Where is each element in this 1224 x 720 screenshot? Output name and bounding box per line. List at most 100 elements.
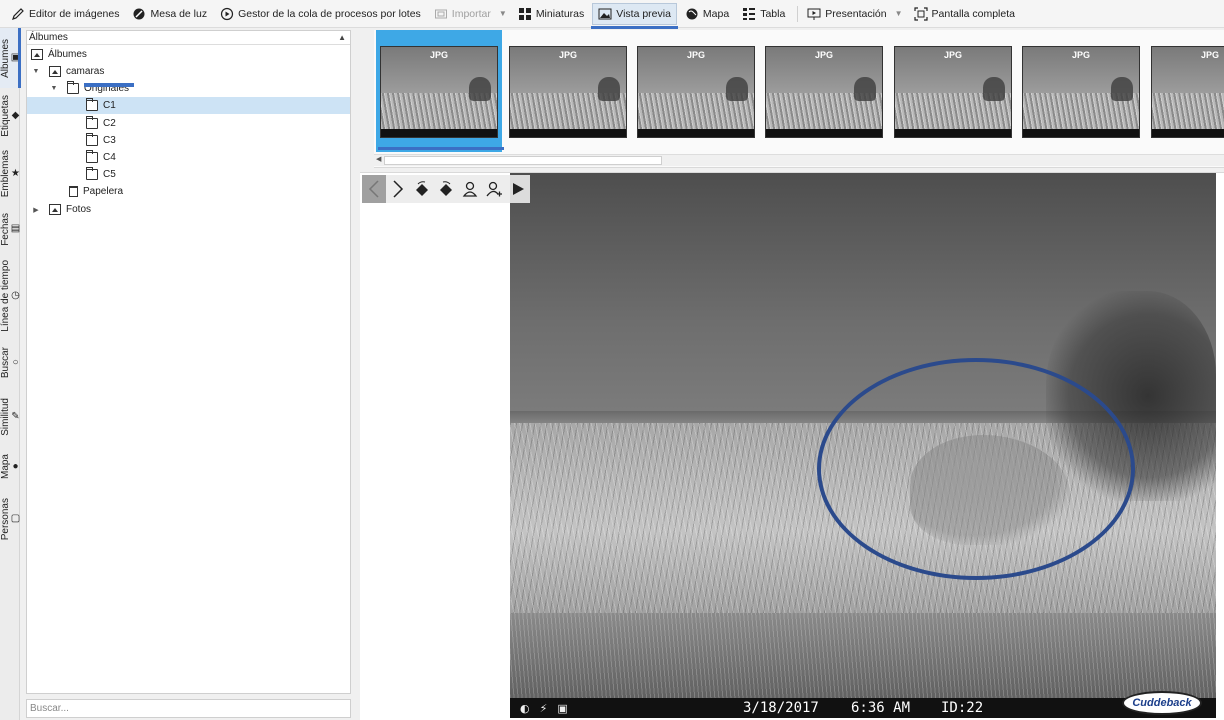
fullscreen-button[interactable]: Pantalla completa — [909, 3, 1020, 25]
slideshow-dropdown-icon[interactable]: ▼ — [895, 9, 903, 18]
import-dropdown-icon[interactable]: ▼ — [499, 9, 507, 18]
tree-item-c5[interactable]: C5 — [27, 166, 350, 183]
thumbnail-format-label: JPG — [814, 50, 833, 60]
tree-item-fotos[interactable]: ▶ Fotos — [27, 201, 350, 218]
tab-labels[interactable]: Emblemas ★ — [0, 144, 20, 204]
expand-arrow-icon[interactable]: ▼ — [31, 68, 41, 75]
tab-labels-label: Emblemas — [0, 150, 11, 198]
play-slideshow-button[interactable] — [506, 175, 530, 203]
camera-brand-logo: Cuddeback — [1122, 691, 1202, 715]
thumbnail-format-label: JPG — [558, 50, 577, 60]
flash-icon: ⚡ — [539, 701, 548, 715]
tab-dates[interactable]: Fechas ▤ — [0, 204, 20, 254]
clock-icon: ◷ — [11, 290, 20, 301]
import-button[interactable]: Importar — [429, 3, 496, 25]
tab-similarity-label: Similitud — [0, 398, 11, 436]
image-editor-button[interactable]: Editor de imágenes — [6, 3, 124, 25]
tree-item-c3[interactable]: C3 — [27, 132, 350, 149]
thumbnail-strip: JPG JPG JPG JPG JPG JPG JPG ◀ — [374, 30, 1224, 168]
tab-search[interactable]: Buscar ○ — [0, 338, 20, 388]
main-toolbar: Editor de imágenes Mesa de luz Gestor de… — [0, 0, 1224, 29]
thumbnails-button[interactable]: Miniaturas — [513, 3, 589, 25]
thumbnail-6[interactable]: JPG — [1022, 46, 1140, 138]
albums-panel: Álbumes ▲ Álbumes ▼ camaras ▼ Originales… — [26, 30, 351, 694]
folder-icon — [86, 98, 98, 111]
previous-image-button[interactable] — [362, 175, 386, 203]
face-tag-button[interactable] — [458, 175, 482, 203]
tab-people[interactable]: Personas ▢ — [0, 488, 20, 550]
tab-timeline-label: Línea de tiempo — [0, 260, 11, 332]
tab-map-label: Mapa — [0, 454, 11, 480]
thumbnail-format-label: JPG — [1200, 50, 1219, 60]
tab-albums[interactable]: Álbumes ▣ — [0, 28, 21, 88]
thumbnail-4[interactable]: JPG — [765, 46, 883, 138]
preview-button[interactable]: Vista previa — [591, 2, 678, 29]
tab-map[interactable]: Mapa ● — [0, 446, 20, 488]
album-icon — [31, 49, 43, 60]
import-label: Importar — [451, 7, 491, 20]
map-button[interactable]: Mapa — [680, 3, 734, 25]
star-icon: ★ — [11, 168, 20, 179]
preview-area: ◐ ⚡ ▣ 3/18/2017 6:36 AM ID:22 Cuddeback — [360, 172, 1224, 720]
expand-arrow-icon[interactable]: ▼ — [49, 85, 59, 92]
add-face-button[interactable] — [482, 175, 506, 203]
tree-item-label: Álbumes — [48, 49, 87, 60]
albums-search-input[interactable]: Buscar... — [26, 699, 351, 718]
scrollbar-handle[interactable] — [384, 156, 662, 165]
tab-tags[interactable]: Etiquetas ◆ — [0, 88, 20, 144]
thumbnail-format-label: JPG — [429, 50, 448, 60]
table-icon — [742, 7, 756, 21]
thumbnail-5[interactable]: JPG — [894, 46, 1012, 138]
thumbnail-7[interactable]: JPG — [1151, 46, 1224, 138]
table-button[interactable]: Tabla — [737, 3, 790, 25]
folder-icon — [86, 133, 98, 146]
preview-label: Vista previa — [616, 7, 671, 20]
albums-panel-title: Álbumes — [29, 32, 68, 43]
expand-arrow-icon[interactable]: ▶ — [31, 206, 41, 214]
fullscreen-label: Pantalla completa — [931, 7, 1015, 20]
search-icon: ○ — [12, 357, 19, 368]
tree-item-papelera[interactable]: Papelera — [27, 183, 350, 200]
toolbar-divider — [797, 5, 799, 22]
thumbnail-format-label: JPG — [686, 50, 705, 60]
rotate-left-button[interactable] — [410, 175, 434, 203]
rotate-right-button[interactable] — [434, 175, 458, 203]
tab-timeline[interactable]: Línea de tiempo ◷ — [0, 254, 20, 338]
preview-photo[interactable]: ◐ ⚡ ▣ 3/18/2017 6:36 AM ID:22 Cuddeback — [510, 173, 1216, 718]
tag-icon: ◆ — [11, 110, 20, 121]
tree-item-albums-root[interactable]: Álbumes — [27, 46, 350, 63]
preview-icon — [598, 7, 612, 21]
folder-icon — [86, 116, 98, 129]
light-table-button[interactable]: Mesa de luz — [127, 3, 212, 25]
slideshow-button[interactable]: Presentación — [802, 3, 891, 25]
tree-item-label: Fotos — [66, 204, 92, 215]
thumbnail-format-label: JPG — [1071, 50, 1090, 60]
tree-item-c4[interactable]: C4 — [27, 149, 350, 166]
thumbnail-1[interactable]: JPG — [380, 46, 498, 138]
thumbnail-scrollbar[interactable]: ◀ — [374, 154, 1224, 166]
thumbnail-3[interactable]: JPG — [637, 46, 755, 138]
tree-item-label: camaras — [66, 66, 105, 77]
tree-item-label: C2 — [103, 118, 116, 129]
album-icon: ▣ — [10, 52, 21, 63]
preview-toolbar — [362, 175, 530, 203]
scroll-left-icon[interactable]: ◀ — [376, 155, 381, 163]
batch-queue-button[interactable]: Gestor de la cola de procesos por lotes — [215, 3, 426, 25]
tree-item-originales[interactable]: ▼ Originales — [27, 80, 350, 97]
albums-panel-header: Álbumes ▲ — [27, 31, 350, 45]
face-icon: ▢ — [10, 513, 21, 524]
light-table-icon — [132, 7, 146, 21]
trash-icon — [69, 186, 78, 197]
moon-phase-icon: ◐ — [520, 701, 530, 715]
thumbnail-format-label: JPG — [943, 50, 962, 60]
photo-ground — [510, 613, 1216, 703]
tree-item-c1[interactable]: C1 — [27, 97, 350, 114]
collapse-up-icon[interactable]: ▲ — [338, 31, 346, 44]
tab-similarity[interactable]: Similitud ✎ — [0, 388, 20, 446]
tree-item-c2[interactable]: C2 — [27, 115, 350, 132]
next-image-button[interactable] — [386, 175, 410, 203]
photo-date: 3/18/2017 — [743, 700, 819, 716]
thumbnail-2[interactable]: JPG — [509, 46, 627, 138]
pencil-icon — [11, 7, 25, 21]
tree-item-camaras[interactable]: ▼ camaras — [27, 63, 350, 80]
